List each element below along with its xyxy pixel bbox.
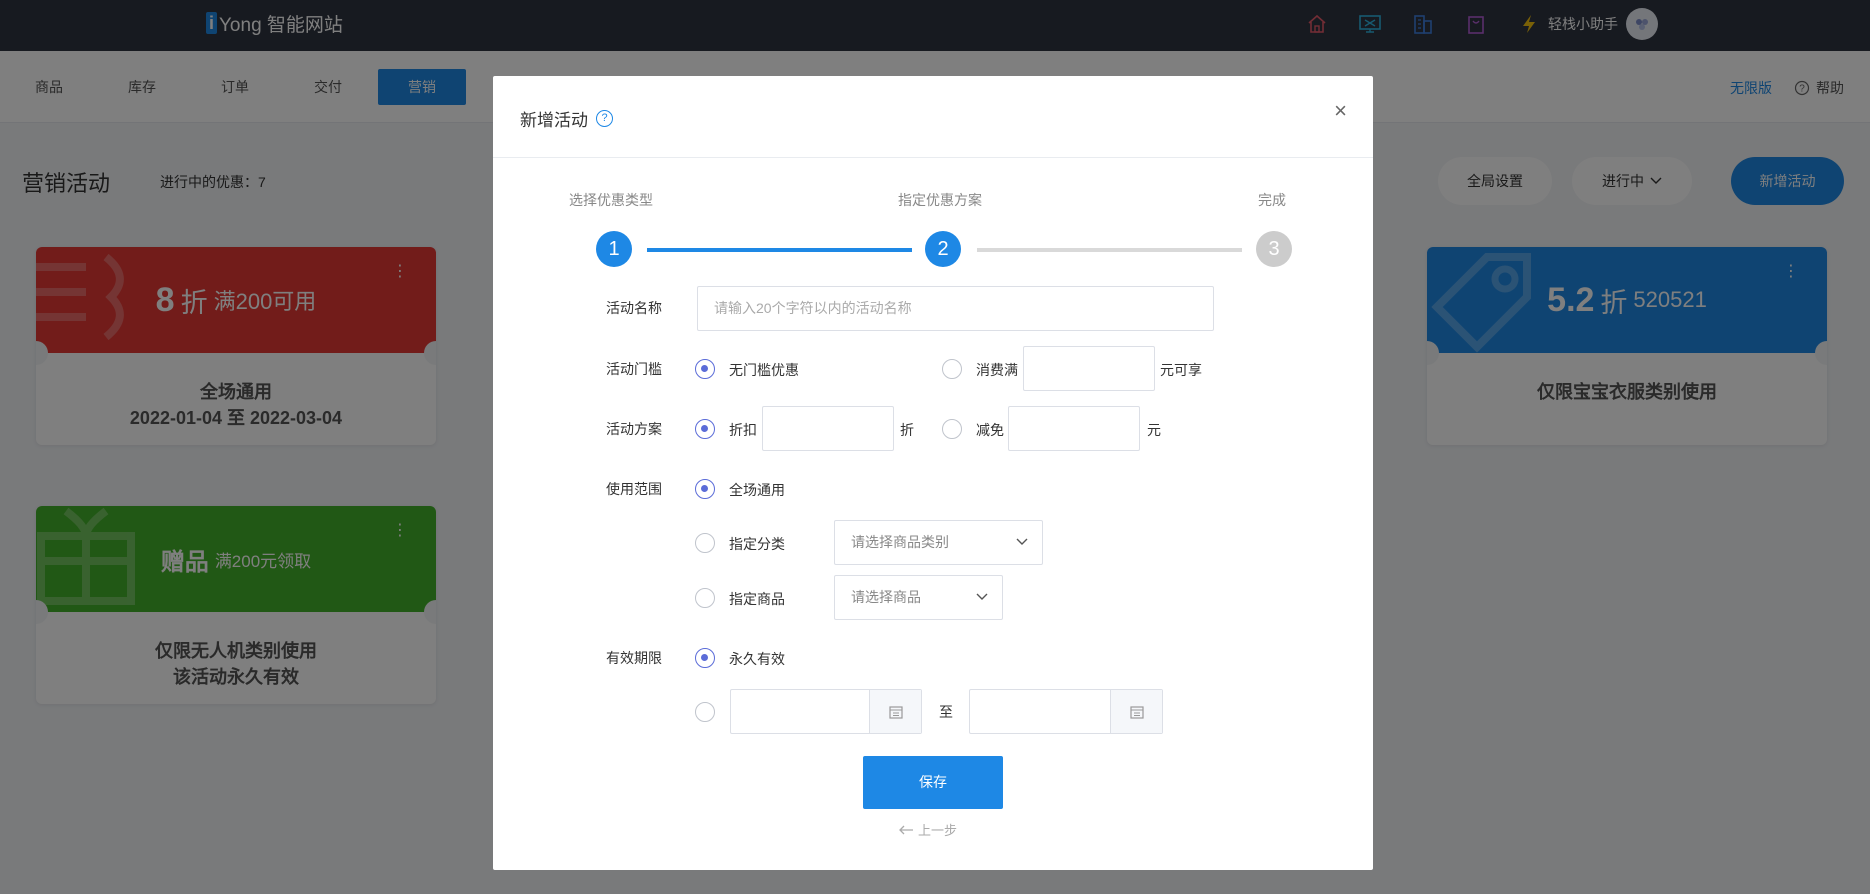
step-3-label: 完成 [1258, 192, 1286, 208]
plan-discount-radio[interactable] [695, 419, 715, 439]
plan-discount-label: 折扣 [729, 422, 757, 438]
calendar-icon[interactable] [1110, 690, 1162, 733]
plan-reduce-label: 减免 [976, 422, 1004, 438]
discount-input[interactable] [762, 406, 894, 451]
step-2-circle: 2 [925, 231, 961, 267]
scope-category-label: 指定分类 [729, 536, 785, 552]
save-button[interactable]: 保存 [863, 756, 1003, 809]
scope-all-label: 全场通用 [729, 482, 785, 498]
chevron-down-icon [976, 593, 988, 600]
scope-category-radio[interactable] [695, 533, 715, 553]
threshold-none-label: 无门槛优惠 [729, 362, 799, 378]
scope-all-radio[interactable] [695, 479, 715, 499]
product-select[interactable]: 请选择商品 [834, 575, 1003, 620]
threshold-spend-label: 消费满 [976, 362, 1018, 378]
scope-product-radio[interactable] [695, 588, 715, 608]
step-1-circle: 1 [596, 231, 632, 267]
dialog-title: 新增活动 [520, 111, 588, 130]
activity-name-input[interactable]: 请输入20个字符以内的活动名称 [697, 286, 1214, 331]
category-select-placeholder: 请选择商品类别 [851, 534, 949, 550]
activity-name-label: 活动名称 [606, 300, 662, 316]
step-1-label: 选择优惠类型 [569, 192, 653, 208]
threshold-spend-radio[interactable] [942, 359, 962, 379]
step-line-pending [977, 248, 1242, 252]
step-2-label: 指定优惠方案 [898, 192, 982, 208]
threshold-amount-input[interactable] [1023, 346, 1155, 391]
product-select-placeholder: 请选择商品 [851, 589, 921, 605]
calendar-icon[interactable] [869, 690, 921, 733]
reduce-unit-label: 元 [1147, 422, 1161, 438]
category-select[interactable]: 请选择商品类别 [834, 520, 1043, 565]
scope-label: 使用范围 [606, 481, 662, 497]
reduce-input[interactable] [1008, 406, 1140, 451]
threshold-suffix: 元可享 [1160, 362, 1202, 378]
end-date-input[interactable] [969, 689, 1163, 734]
scope-product-label: 指定商品 [729, 591, 785, 607]
chevron-down-icon [1016, 538, 1028, 545]
validity-forever-label: 永久有效 [729, 651, 785, 667]
new-activity-dialog: 新增活动 ? × 选择优惠类型 指定优惠方案 完成 1 2 3 活动名称 请输入… [493, 76, 1373, 870]
validity-label: 有效期限 [606, 650, 662, 666]
discount-unit-label: 折 [900, 422, 914, 438]
previous-step-label: 上一步 [918, 823, 958, 838]
question-icon[interactable]: ? [596, 110, 613, 127]
date-separator: 至 [939, 704, 953, 720]
previous-step-link[interactable]: 上一步 [898, 820, 957, 839]
validity-forever-radio[interactable] [695, 648, 715, 668]
step-line-done [647, 248, 912, 252]
step-3-circle: 3 [1256, 231, 1292, 267]
arrow-left-icon [899, 825, 913, 834]
validity-range-radio[interactable] [695, 702, 715, 722]
plan-reduce-radio[interactable] [942, 419, 962, 439]
threshold-none-radio[interactable] [695, 359, 715, 379]
close-icon[interactable]: × [1334, 98, 1347, 124]
threshold-label: 活动门槛 [606, 361, 662, 377]
start-date-input[interactable] [730, 689, 922, 734]
plan-label: 活动方案 [606, 421, 662, 437]
